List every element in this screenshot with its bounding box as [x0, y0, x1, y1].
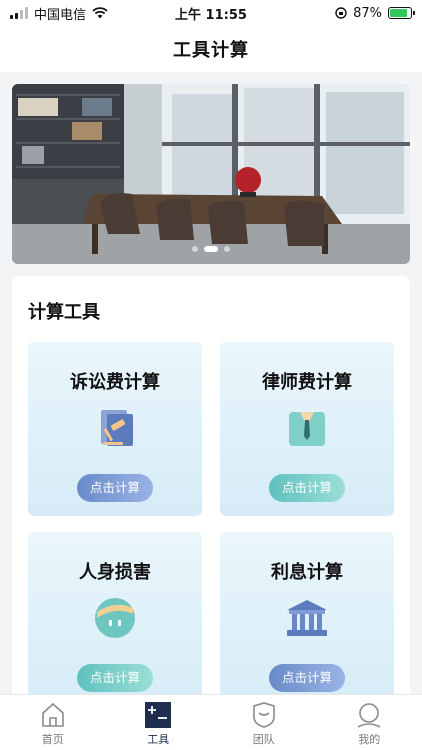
cellular-signal-icon	[10, 7, 28, 19]
bandaged-face-icon	[95, 598, 135, 638]
carousel-dot[interactable]	[224, 246, 230, 252]
carousel-dot[interactable]	[192, 246, 198, 252]
page-title: 工具计算	[173, 40, 249, 61]
tab-label: 我的	[358, 733, 381, 746]
tool-name: 利息计算	[271, 562, 343, 583]
tool-name: 律师费计算	[262, 372, 352, 393]
calculator-icon	[145, 702, 172, 728]
home-icon	[41, 702, 64, 727]
calculate-button[interactable]: 点击计算	[269, 474, 345, 502]
tab-tools[interactable]: 工具	[106, 695, 212, 750]
tab-label: 团队	[252, 733, 275, 746]
orientation-lock-icon	[335, 7, 347, 19]
calculate-button[interactable]: 点击计算	[77, 664, 153, 692]
tab-label: 首页	[41, 733, 64, 746]
tab-home[interactable]: 首页	[0, 695, 106, 750]
battery-percent: 87%	[353, 5, 382, 21]
user-icon	[357, 703, 381, 728]
tool-name: 诉讼费计算	[70, 372, 160, 393]
tool-litigation-fee[interactable]: 诉讼费计算 点击计算	[28, 342, 202, 516]
calculate-button[interactable]: 点击计算	[77, 474, 153, 502]
tools-card: 计算工具 诉讼费计算 点击计算 律师费计算 点击计算 人身损害 点击计算 利息计…	[12, 276, 410, 746]
shield-icon	[252, 702, 275, 728]
battery-icon	[388, 7, 415, 19]
status-bar: 中国电信 上午 11:55 87%	[0, 0, 422, 26]
tool-personal-injury[interactable]: 人身损害 点击计算	[28, 532, 202, 706]
tool-name: 人身损害	[79, 562, 151, 583]
tab-mine[interactable]: 我的	[317, 695, 422, 750]
tool-interest[interactable]: 利息计算 点击计算	[220, 532, 394, 706]
office-photo	[12, 84, 410, 264]
wifi-icon	[92, 7, 108, 19]
navigation-bar: 工具计算	[0, 26, 422, 72]
gavel-document-icon	[101, 410, 133, 446]
status-time: 上午 11:55	[175, 7, 247, 23]
carrier-name: 中国电信	[34, 7, 87, 23]
tool-lawyer-fee[interactable]: 律师费计算 点击计算	[220, 342, 394, 516]
calculate-button[interactable]: 点击计算	[269, 664, 345, 692]
carousel-dot-active[interactable]	[204, 246, 218, 252]
carousel-indicator	[12, 246, 410, 252]
tab-bar: 首页 工具 团队 我的	[0, 694, 422, 750]
section-title: 计算工具	[28, 302, 100, 323]
tab-team[interactable]: 团队	[211, 695, 317, 750]
tab-label: 工具	[147, 733, 170, 746]
bank-building-icon	[287, 600, 327, 636]
lawyer-suit-icon	[289, 412, 325, 446]
banner-carousel[interactable]	[12, 84, 410, 264]
